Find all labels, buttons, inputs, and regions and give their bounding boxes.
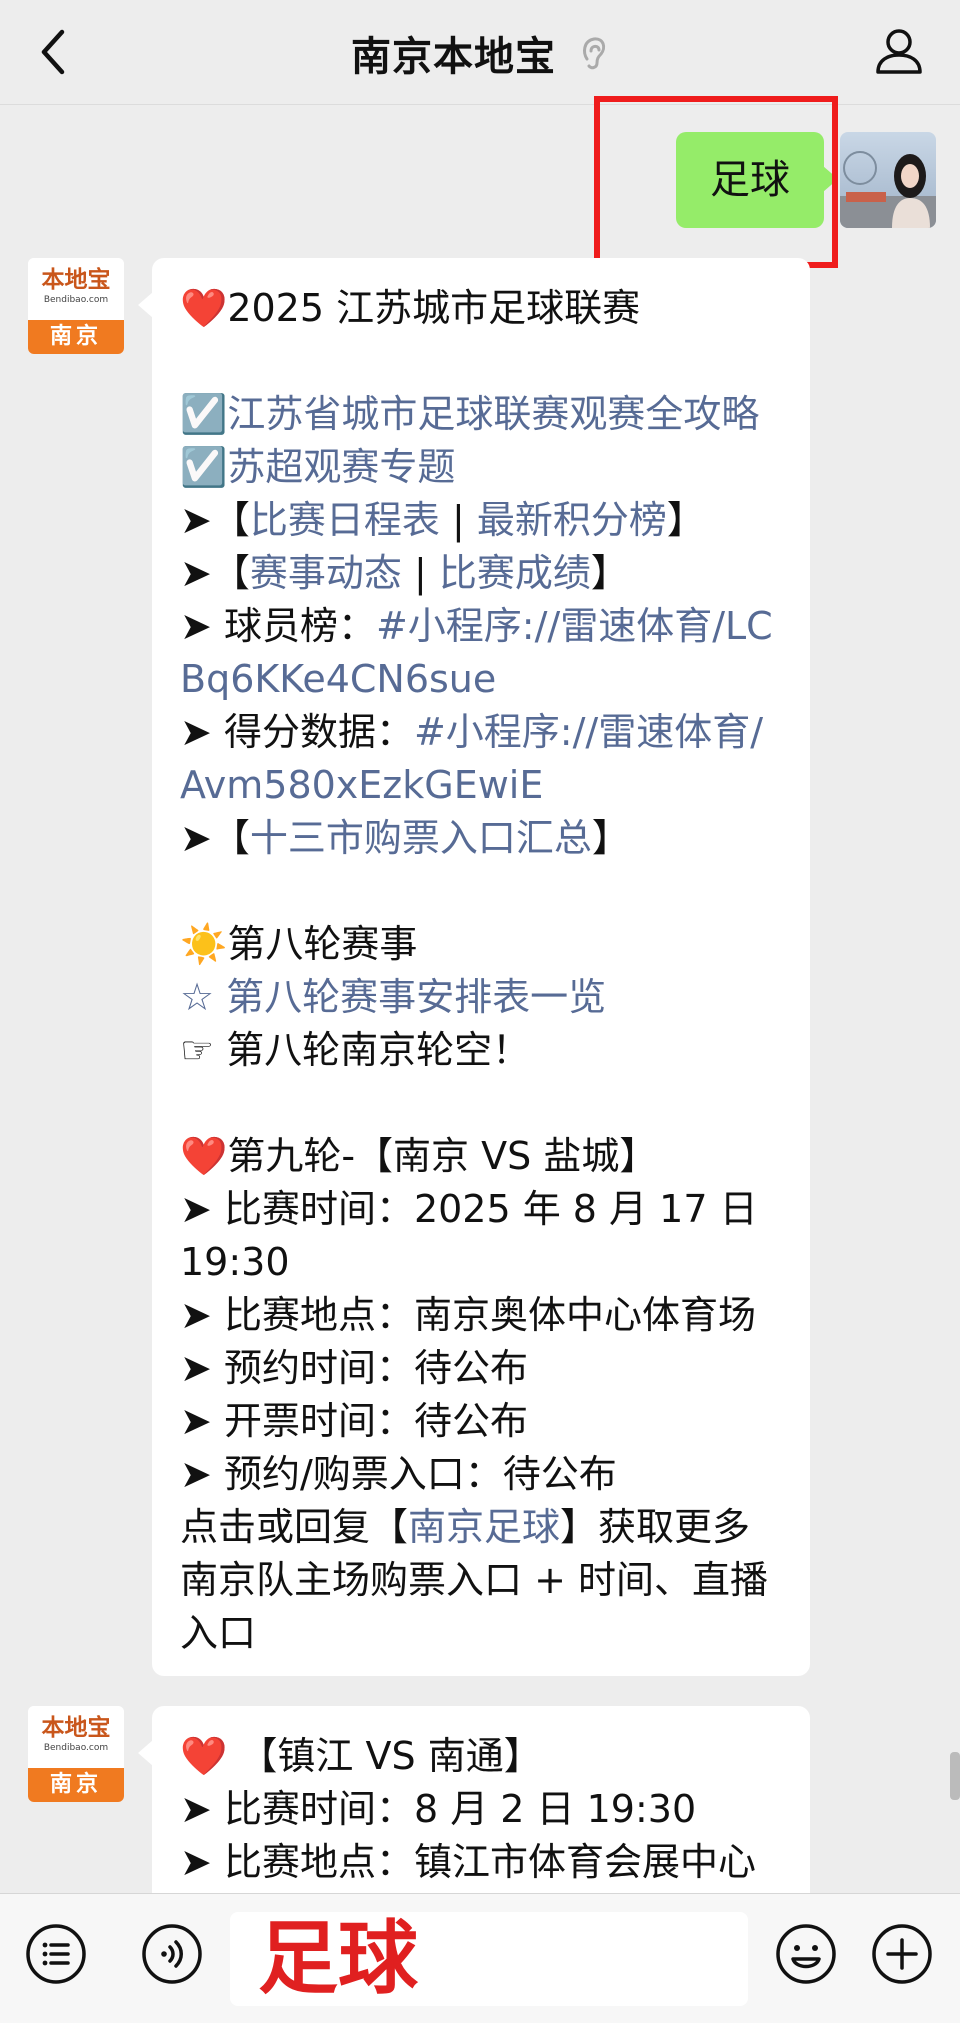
message-line: ❤️ 【镇江 VS 南通】 — [180, 1730, 788, 1783]
emoji-icon[interactable] — [774, 1922, 838, 1986]
message-input[interactable] — [230, 1912, 748, 2006]
message-line: ➤ 比赛地点：南京奥体中心体育场 — [180, 1293, 756, 1337]
message-line: ➤【比赛日程表 | 最新积分榜】 — [180, 498, 705, 542]
highlight-annotation-box — [594, 96, 838, 268]
scrollbar-thumb[interactable] — [950, 1752, 960, 1800]
message-bubble-1: ❤️2025 江苏城市足球联赛 ☑️江苏省城市足球联赛观赛全攻略 ☑️苏超观赛专… — [138, 258, 810, 1676]
heart-icon: ❤️ — [180, 286, 228, 330]
arrow-icon: ➤ — [180, 498, 212, 542]
user-avatar[interactable] — [840, 132, 936, 228]
input-bar — [0, 1893, 960, 2023]
bot-avatar[interactable]: 本地宝 Bendibao.com 南京 — [28, 1706, 124, 1802]
voice-icon[interactable] — [140, 1922, 204, 1986]
message-line: ➤ 比赛地点：镇江市体育会展中心 — [180, 1840, 756, 1884]
bot-avatar[interactable]: 本地宝 Bendibao.com 南京 — [28, 258, 124, 354]
logo-domain: Bendibao.com — [43, 295, 109, 305]
arrow-icon: ➤ — [180, 816, 212, 860]
arrow-icon: ➤ — [180, 1787, 212, 1831]
message-line: ➤ 比赛时间：2025 年 8 月 17 日 19:30 — [180, 1187, 758, 1284]
logo-city: 南京 — [28, 1768, 124, 1802]
star-icon: ☆ — [180, 975, 227, 1019]
message-line: ☑️苏超观赛专题 — [180, 441, 788, 494]
checkbox-icon: ☑️ — [180, 445, 228, 489]
checkbox-icon: ☑️ — [180, 392, 228, 436]
message-line: ➤ 比赛时间：8 月 2 日 19:30 — [180, 1787, 697, 1831]
arrow-icon: ➤ — [180, 1399, 212, 1443]
message-line: ☞ 第八轮南京轮空！ — [180, 1028, 531, 1072]
logo-name: 本地宝 — [41, 267, 111, 293]
arrow-icon: ➤ — [180, 1187, 212, 1231]
message-line: ☀️第八轮赛事 — [180, 918, 788, 971]
message-line: ☆ 第八轮赛事安排表一览 — [180, 971, 788, 1024]
message-line: ➤ 预约/购票入口：待公布 — [180, 1452, 617, 1496]
topic-link[interactable]: 苏超观赛专题 — [227, 445, 455, 489]
arrow-icon: ➤ — [180, 604, 212, 648]
message-line: ➤【赛事动态 | 比赛成绩】 — [180, 551, 629, 595]
bot-logo-top: 本地宝 Bendibao.com — [28, 258, 124, 320]
chat-header: 南京本地宝 — [0, 0, 960, 105]
sun-icon: ☀️ — [180, 922, 228, 966]
schedule-link[interactable]: 比赛日程表 — [250, 498, 440, 542]
logo-name: 本地宝 — [41, 1715, 111, 1741]
plus-icon[interactable] — [870, 1922, 934, 1986]
message-line: ➤ 预约时间：待公布 — [180, 1346, 528, 1390]
message-line: ❤️2025 江苏城市足球联赛 — [180, 282, 788, 335]
results-link[interactable]: 比赛成绩 — [439, 551, 591, 595]
chat-title-wrap: 南京本地宝 — [0, 24, 960, 80]
message-line: 点击或回复【南京足球】获取更多南京队主场购票入口 + 时间、直播入口 — [180, 1505, 768, 1655]
nanjing-football-link[interactable]: 南京足球 — [408, 1505, 560, 1549]
message-line: ➤【十三市购票入口汇总】 — [180, 816, 630, 860]
round8-schedule-link[interactable]: 第八轮赛事安排表一览 — [226, 975, 606, 1019]
ticket-summary-link[interactable]: 十三市购票入口汇总 — [250, 816, 592, 860]
message-line: ❤️第九轮-【南京 VS 盐城】 — [180, 1130, 788, 1183]
strategy-link[interactable]: 江苏省城市足球联赛观赛全攻略 — [227, 392, 759, 436]
heart-icon: ❤️ — [180, 1134, 228, 1178]
standings-link[interactable]: 最新积分榜 — [477, 498, 667, 542]
bot-logo-top: 本地宝 Bendibao.com — [28, 1706, 124, 1768]
arrow-icon: ➤ — [180, 1293, 212, 1337]
message-line: ➤ 开票时间：待公布 — [180, 1399, 528, 1443]
logo-domain: Bendibao.com — [43, 1743, 109, 1753]
arrow-icon: ➤ — [180, 1452, 212, 1496]
menu-list-icon[interactable] — [24, 1922, 88, 1986]
news-link[interactable]: 赛事动态 — [250, 551, 402, 595]
pointing-hand-icon: ☞ — [180, 1028, 227, 1072]
arrow-icon: ➤ — [180, 1840, 212, 1884]
arrow-icon: ➤ — [180, 710, 212, 754]
profile-icon[interactable] — [872, 24, 926, 78]
message-line: ➤ 球员榜：#小程序://雷速体育/LCBq6KKe4CN6sue — [180, 604, 773, 701]
chat-title: 南京本地宝 — [350, 34, 556, 80]
logo-city: 南京 — [28, 320, 124, 354]
heart-icon: ❤️ — [180, 1734, 228, 1778]
message-line: ☑️江苏省城市足球联赛观赛全攻略 — [180, 388, 788, 441]
ear-icon — [583, 37, 606, 70]
arrow-icon: ➤ — [180, 1346, 212, 1390]
arrow-icon: ➤ — [180, 551, 212, 595]
message-line: ➤ 得分数据：#小程序://雷速体育/Avm580xEzkGEwiE — [180, 710, 764, 807]
